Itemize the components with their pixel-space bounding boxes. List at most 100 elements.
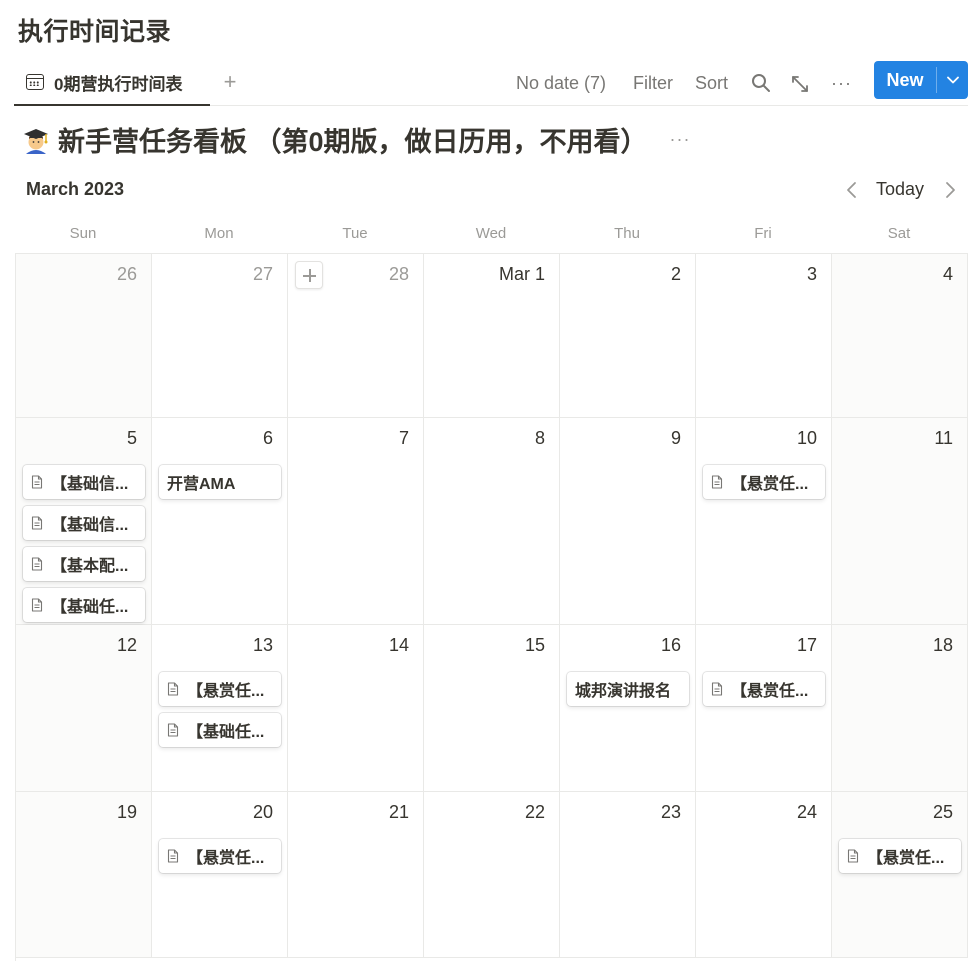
event-card[interactable]: 城邦演讲报名	[567, 672, 689, 706]
event-card[interactable]: 【基础信...	[23, 465, 145, 499]
page-icon	[167, 723, 179, 737]
event-card[interactable]: 【基本配...	[23, 547, 145, 581]
next-month-button[interactable]	[940, 178, 960, 202]
day-number: 3	[806, 264, 817, 284]
event-card[interactable]: 【悬赏任...	[159, 672, 281, 706]
page-icon	[167, 849, 179, 863]
page-icon	[31, 516, 43, 530]
sort-button[interactable]: Sort	[695, 70, 728, 96]
calendar-week-row: 19 20 【悬赏任... 21 22 23 24 25 【悬赏任...	[16, 792, 968, 958]
calendar-day-cell[interactable]: 15	[424, 625, 560, 791]
page-icon	[31, 598, 43, 612]
calendar-day-cell[interactable]: 26	[16, 254, 152, 417]
month-label: March 2023	[26, 179, 125, 199]
page-icon	[711, 682, 723, 696]
database-more-button[interactable]: ···	[670, 129, 691, 150]
calendar-day-cell[interactable]: 19	[16, 792, 152, 957]
event-card-label: 【悬赏任...	[187, 850, 265, 867]
page-icon	[167, 682, 179, 696]
event-card[interactable]: 【悬赏任...	[703, 465, 825, 499]
calendar-day-cell[interactable]: 13 【悬赏任... 【基础任...	[152, 625, 288, 791]
calendar-week-row: 26 27 28 Mar 1 2 3 4	[16, 254, 968, 418]
weekday-label: Mon	[204, 225, 234, 242]
day-number: 26	[116, 264, 137, 284]
tab-label: 0期营执行时间表	[54, 74, 183, 94]
calendar-day-cell[interactable]: 22	[424, 792, 560, 957]
database-title[interactable]: 新手营任务看板 （第0期版，做日历用，不用看）	[58, 120, 648, 159]
calendar-day-cell[interactable]: 20 【悬赏任...	[152, 792, 288, 957]
new-button-label: New	[886, 70, 924, 90]
calendar-day-cell[interactable]: 25 【悬赏任...	[832, 792, 968, 957]
tab-calendar-view[interactable]: 0期营执行时间表	[14, 60, 210, 106]
calendar-day-cell[interactable]: 23	[560, 792, 696, 957]
today-button[interactable]: Today	[876, 179, 924, 200]
search-button[interactable]	[750, 70, 772, 96]
event-card[interactable]: 【悬赏任...	[159, 839, 281, 873]
calendar-day-cell[interactable]: Mar 1	[424, 254, 560, 417]
day-number: 14	[388, 635, 409, 655]
no-date-button[interactable]: No date (7)	[516, 70, 606, 96]
new-dropdown-button[interactable]	[937, 61, 968, 99]
calendar-day-cell[interactable]: 16 城邦演讲报名	[560, 625, 696, 791]
calendar-day-cell[interactable]: 18	[832, 625, 968, 791]
page-icon	[711, 475, 723, 489]
event-card-label: 【悬赏任...	[187, 683, 265, 700]
day-number: 6	[262, 428, 273, 448]
database-title-row: 新手营任务看板 （第0期版，做日历用，不用看） ···	[22, 120, 691, 159]
event-card[interactable]: 开营AMA	[159, 465, 281, 499]
calendar-day-cell[interactable]: 24	[696, 792, 832, 957]
event-card-label: 【基础任...	[187, 724, 265, 741]
event-card[interactable]: 【基础任...	[23, 588, 145, 622]
calendar-day-cell[interactable]: 9	[560, 418, 696, 624]
calendar-day-cell[interactable]: 17 【悬赏任...	[696, 625, 832, 791]
calendar-day-cell[interactable]: 3	[696, 254, 832, 417]
calendar-day-cell[interactable]: 5 【基础信... 【基础信... 【基本配... 【基础任...	[16, 418, 152, 624]
day-number: 7	[398, 428, 409, 448]
event-card-label: 【悬赏任...	[867, 850, 945, 867]
event-card-label: 城邦演讲报名	[575, 683, 672, 700]
event-card-label: 【悬赏任...	[731, 683, 809, 700]
filter-button[interactable]: Filter	[633, 70, 673, 96]
day-number: 11	[934, 428, 953, 448]
day-number: 5	[126, 428, 137, 448]
weekday-label: Fri	[754, 225, 772, 242]
event-card[interactable]: 【悬赏任...	[839, 839, 961, 873]
calendar-day-cell[interactable]: 11	[832, 418, 968, 624]
calendar-day-cell[interactable]: 10 【悬赏任...	[696, 418, 832, 624]
calendar-day-cell[interactable]: 27	[152, 254, 288, 417]
calendar-day-cell[interactable]: 14	[288, 625, 424, 791]
event-card[interactable]: 【基础任...	[159, 713, 281, 747]
add-view-button[interactable]: +	[217, 69, 243, 95]
open-full-page-button[interactable]	[789, 70, 811, 96]
weekday-label: Sat	[887, 225, 911, 242]
chevron-left-icon	[847, 182, 856, 198]
add-event-button[interactable]	[295, 261, 323, 289]
calendar-day-cell[interactable]: 7	[288, 418, 424, 624]
chevron-down-icon	[946, 76, 959, 84]
day-number: 16	[660, 635, 681, 655]
calendar-day-cell[interactable]: 4	[832, 254, 968, 417]
day-number: 18	[932, 635, 953, 655]
day-number: 2	[670, 264, 681, 284]
page-title: 执行时间记录	[18, 18, 172, 46]
day-number: 27	[252, 264, 273, 284]
more-options-button[interactable]: ···	[831, 70, 855, 96]
day-number: 19	[116, 802, 137, 822]
calendar-day-cell[interactable]: 2	[560, 254, 696, 417]
calendar-day-cell[interactable]: 6 开营AMA	[152, 418, 288, 624]
event-card-label: 开营AMA	[167, 476, 236, 493]
day-number: Mar 1	[498, 264, 545, 284]
event-card[interactable]: 【悬赏任...	[703, 672, 825, 706]
calendar-day-cell[interactable]: 8	[424, 418, 560, 624]
day-number: 20	[252, 802, 273, 822]
calendar-day-cell[interactable]: 12	[16, 625, 152, 791]
calendar-day-cell[interactable]: 21	[288, 792, 424, 957]
calendar-day-cell[interactable]: 28	[288, 254, 424, 417]
weekday-header: Sun Mon Tue Wed Thu Fri Sat	[15, 220, 967, 250]
previous-month-button[interactable]	[842, 178, 862, 202]
day-number: 10	[796, 428, 817, 448]
event-card[interactable]: 【基础信...	[23, 506, 145, 540]
calendar-grid: 26 27 28 Mar 1 2 3 4 5 【基础信... 【基础信... 【基本配... 【基础任…	[15, 253, 968, 961]
new-button[interactable]: New	[874, 61, 968, 99]
page-icon	[31, 557, 43, 571]
